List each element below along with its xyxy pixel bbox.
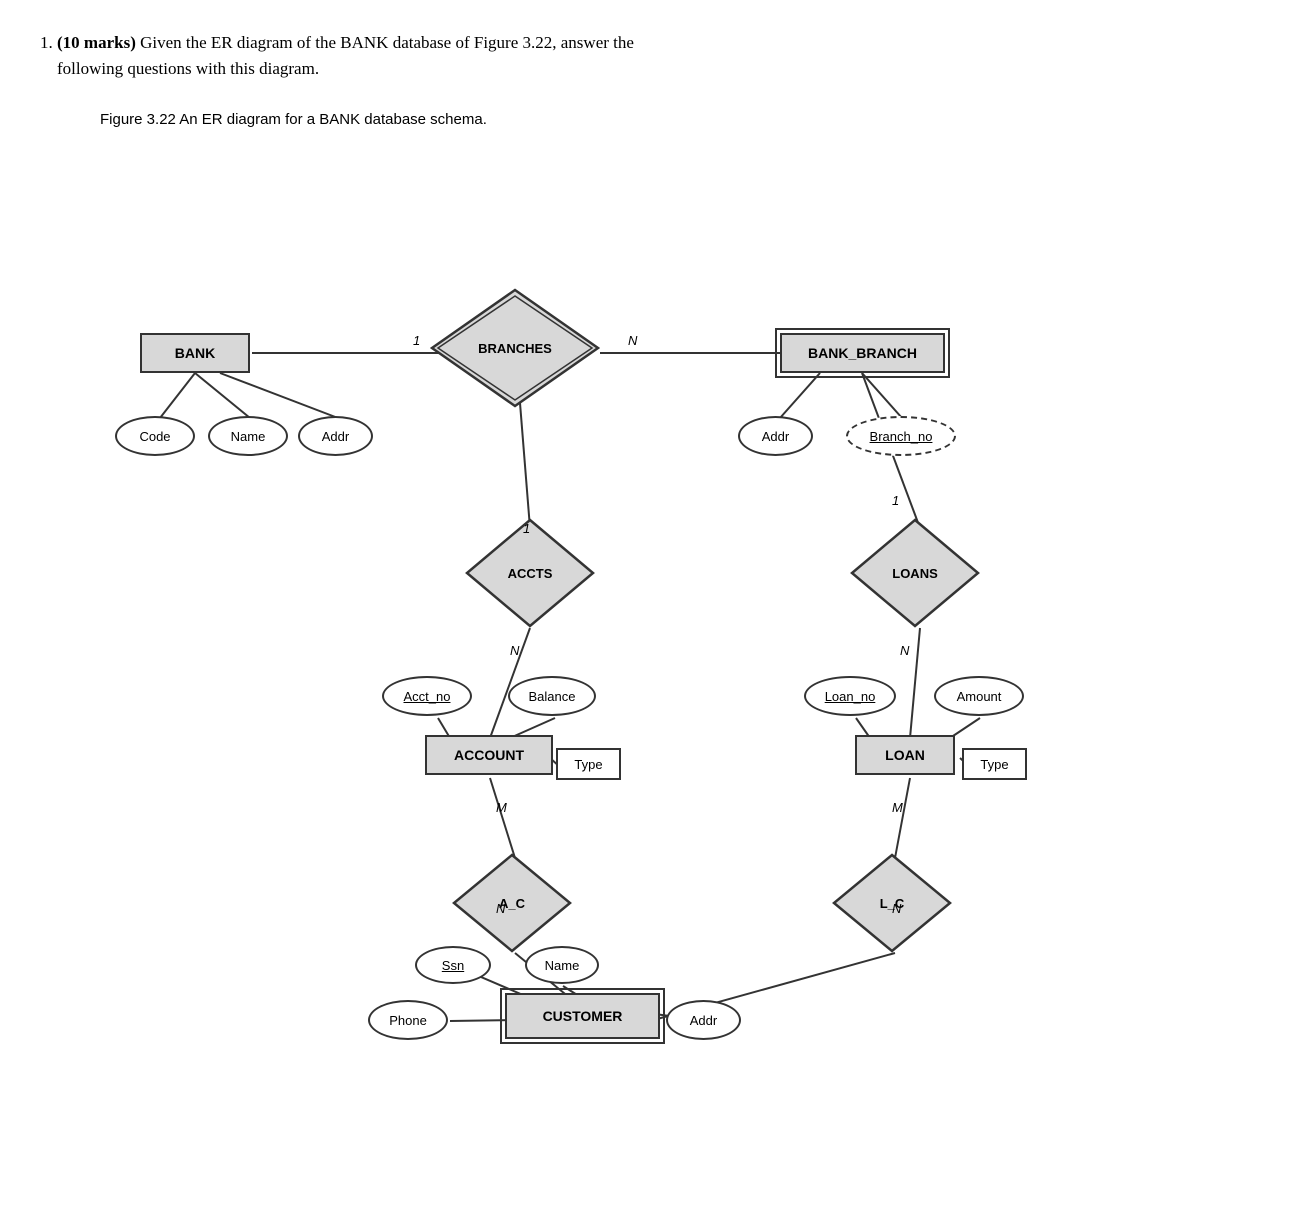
attr-phone: Phone <box>368 1000 448 1040</box>
label-1-accts: 1 <box>523 521 530 536</box>
attr-branch-addr: Addr <box>738 416 813 456</box>
label-1-loans: 1 <box>892 493 899 508</box>
type-loan: Type <box>962 748 1027 780</box>
label-1-branches-left: 1 <box>413 333 420 348</box>
diamond-loans: LOANS <box>850 518 980 628</box>
attr-ssn: Ssn <box>415 946 491 984</box>
figure-caption: Figure 3.22 An ER diagram for a BANK dat… <box>100 111 1252 128</box>
diagram-container: BANK BANK_BRANCH BRANCHES ACCTS LOANS A_… <box>80 138 1180 1088</box>
entity-customer: CUSTOMER <box>505 993 660 1039</box>
label-m-lc-top: M <box>892 800 903 815</box>
attr-branch-no: Branch_no <box>846 416 956 456</box>
attr-amount: Amount <box>934 676 1024 716</box>
attr-loan-no: Loan_no <box>804 676 896 716</box>
attr-code: Code <box>115 416 195 456</box>
diamond-ac: A_C <box>452 853 572 953</box>
svg-text:ACCTS: ACCTS <box>508 566 553 581</box>
label-n-ac-bottom: N <box>496 901 505 916</box>
question-text: 1. (10 marks) Given the ER diagram of th… <box>40 30 1252 81</box>
svg-text:BRANCHES: BRANCHES <box>478 341 552 356</box>
label-n-accts-bottom: N <box>510 643 519 658</box>
label-n-branches-right: N <box>628 333 637 348</box>
attr-balance: Balance <box>508 676 596 716</box>
attr-bank-name: Name <box>208 416 288 456</box>
diagram-svg <box>80 138 1180 1088</box>
entity-loan: LOAN <box>855 735 955 775</box>
attr-cust-name: Name <box>525 946 599 984</box>
attr-cust-addr: Addr <box>666 1000 741 1040</box>
svg-text:LOANS: LOANS <box>892 566 938 581</box>
type-account: Type <box>556 748 621 780</box>
diamond-branches: BRANCHES <box>430 288 600 408</box>
question-number: 1. <box>40 33 53 52</box>
label-m-ac-top: M <box>496 800 507 815</box>
attr-bank-addr: Addr <box>298 416 373 456</box>
question-marks: (10 marks) <box>57 33 136 52</box>
attr-acct-no: Acct_no <box>382 676 472 716</box>
entity-account: ACCOUNT <box>425 735 553 775</box>
entity-bank-branch: BANK_BRANCH <box>780 333 945 373</box>
label-n-loans-bottom: N <box>900 643 909 658</box>
entity-bank: BANK <box>140 333 250 373</box>
label-n-lc-bottom: N <box>892 901 901 916</box>
